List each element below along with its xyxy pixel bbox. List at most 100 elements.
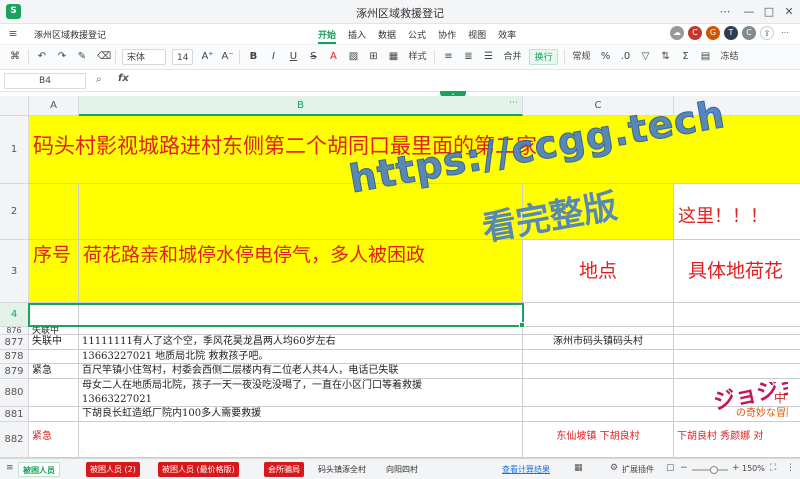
redo-icon[interactable]: ↷: [55, 49, 69, 65]
undo-icon[interactable]: ↶: [35, 49, 49, 65]
zoom-level[interactable]: 150%: [742, 464, 765, 473]
more-icon[interactable]: ⋯: [778, 26, 792, 40]
cell-c3[interactable]: 地点: [523, 240, 674, 303]
column-menu-icon[interactable]: ⋯: [509, 98, 518, 108]
row-header[interactable]: 4: [0, 303, 29, 327]
cell-a882[interactable]: 紧急: [29, 422, 79, 458]
tab-efficiency[interactable]: 效率: [498, 28, 516, 44]
cell-a876[interactable]: 失联中: [29, 327, 79, 335]
function-icon[interactable]: fx: [118, 73, 129, 84]
style-button[interactable]: 样式: [406, 49, 428, 65]
font-shrink-icon[interactable]: A⁻: [219, 49, 233, 65]
normal-view-icon[interactable]: ▢: [666, 463, 675, 473]
close-icon[interactable]: ✕: [780, 3, 798, 21]
fill-handle[interactable]: [519, 322, 525, 328]
avatar[interactable]: C: [742, 26, 756, 40]
cell-b879[interactable]: 百尺竿镇小住驾村，村委会西侧二层楼内有二位老人共4人，电话已失联: [79, 364, 523, 379]
eraser-icon[interactable]: ⌫: [95, 49, 111, 65]
cell-a881[interactable]: [29, 407, 79, 422]
column-header-b[interactable]: B: [79, 96, 523, 116]
sheet-tab[interactable]: 被困人员 (2): [86, 462, 140, 477]
cell-d879[interactable]: [674, 364, 800, 379]
fill-color-icon[interactable]: ▨: [346, 49, 360, 65]
cell-c881[interactable]: [523, 407, 674, 422]
cell-b3[interactable]: 荷花路亲和城停水停电停气，多人被困政: [79, 240, 523, 303]
sheet-list-icon[interactable]: ≡: [6, 463, 14, 473]
cell-a3[interactable]: 序号: [29, 240, 79, 303]
number-format-select[interactable]: 常规: [571, 49, 593, 65]
row-header[interactable]: 877: [0, 335, 29, 350]
cell-reference-box[interactable]: B4: [4, 73, 86, 89]
select-all-corner[interactable]: [0, 96, 29, 116]
style-icon[interactable]: ▦: [386, 49, 400, 65]
cell-d878[interactable]: [674, 350, 800, 364]
cell-b882[interactable]: [79, 422, 523, 458]
zoom-slider-knob[interactable]: [710, 466, 718, 474]
align-right-icon[interactable]: ☰: [481, 49, 495, 65]
cell-b880[interactable]: 母女二人在地质局北院，孩子一天一夜没吃没喝了，一直在小区门口等着救援 13663…: [79, 379, 523, 407]
cell-c876[interactable]: [523, 327, 674, 335]
sheet-tab[interactable]: 被困人员: [18, 462, 60, 477]
decimal-icon[interactable]: .0: [619, 49, 633, 65]
format-painter-icon[interactable]: ⌘: [8, 49, 22, 65]
sheet-tab[interactable]: 码头镇涿全村: [314, 462, 370, 477]
cell-d877[interactable]: [674, 335, 800, 350]
underline-icon[interactable]: U: [286, 49, 300, 65]
tab-formula[interactable]: 公式: [408, 28, 426, 44]
menu-icon[interactable]: ⋯: [716, 3, 734, 21]
doc-name[interactable]: 涿州区域救援登记: [34, 28, 106, 41]
row-header[interactable]: 880: [0, 379, 29, 407]
italic-icon[interactable]: I: [266, 49, 280, 65]
cell-c882[interactable]: 东仙坡镇 下胡良村: [523, 422, 674, 458]
wrap-button[interactable]: 换行: [529, 49, 558, 65]
font-grow-icon[interactable]: A⁺: [199, 49, 213, 65]
row-header[interactable]: 2: [0, 184, 29, 240]
maximize-icon[interactable]: □: [760, 3, 778, 21]
row-header[interactable]: 3: [0, 240, 29, 303]
row-header[interactable]: 882: [0, 422, 29, 458]
cell-b2[interactable]: [79, 184, 523, 240]
cell-d876[interactable]: [674, 327, 800, 335]
merge-button[interactable]: 合并: [501, 49, 523, 65]
tab-insert[interactable]: 插入: [348, 28, 366, 44]
cell-b881[interactable]: 下胡良长虹造纸厂院内100多人需要救援: [79, 407, 523, 422]
cell-d3[interactable]: 具体地荷花: [674, 240, 800, 303]
sum-icon[interactable]: Σ: [679, 49, 693, 65]
sheet-tab[interactable]: 被困人员 (最价格版): [158, 462, 239, 477]
cell-a2[interactable]: [29, 184, 79, 240]
search-icon[interactable]: ⌕: [96, 74, 102, 85]
cell-a880[interactable]: [29, 379, 79, 407]
share-icon[interactable]: ⇪: [760, 26, 774, 40]
cell-d2[interactable]: 这里！！！: [674, 184, 800, 240]
table-icon[interactable]: ▤: [699, 49, 713, 65]
sheet-tab[interactable]: 会所骗局: [264, 462, 304, 477]
cell-c4[interactable]: [523, 303, 674, 327]
zoom-slider[interactable]: [692, 466, 728, 474]
row-header[interactable]: 879: [0, 364, 29, 379]
cloud-icon[interactable]: ☁: [670, 26, 684, 40]
strikethrough-icon[interactable]: S: [306, 49, 320, 65]
avatar[interactable]: G: [706, 26, 720, 40]
tab-data[interactable]: 数据: [378, 28, 396, 44]
cell-d882[interactable]: 下胡良村 秀颜娜 对: [674, 422, 800, 458]
row-header[interactable]: 881: [0, 407, 29, 422]
row-header[interactable]: 876: [0, 327, 29, 335]
column-header-a[interactable]: A: [29, 96, 79, 116]
font-color-icon[interactable]: A: [326, 49, 340, 65]
cell-b876[interactable]: [79, 327, 523, 335]
cell-c877[interactable]: 涿州市码头镇码头村: [523, 335, 674, 350]
align-center-icon[interactable]: ≣: [461, 49, 475, 65]
zoom-out-icon[interactable]: −: [680, 463, 688, 473]
row-header[interactable]: 878: [0, 350, 29, 364]
puzzle-icon[interactable]: ⚙: [610, 463, 618, 473]
sheet-tab[interactable]: 向阳四村: [382, 462, 422, 477]
extensions-button[interactable]: 扩展插件: [622, 464, 654, 475]
cell-a877[interactable]: 失联中: [29, 335, 79, 350]
grid-icon[interactable]: ▦: [574, 463, 583, 473]
cell-c879[interactable]: [523, 364, 674, 379]
cell-c878[interactable]: [523, 350, 674, 364]
formula-input[interactable]: [136, 73, 776, 89]
cell-a879[interactable]: 紧急: [29, 364, 79, 379]
tab-collab[interactable]: 协作: [438, 28, 456, 44]
freeze-button[interactable]: 冻结: [719, 49, 741, 65]
